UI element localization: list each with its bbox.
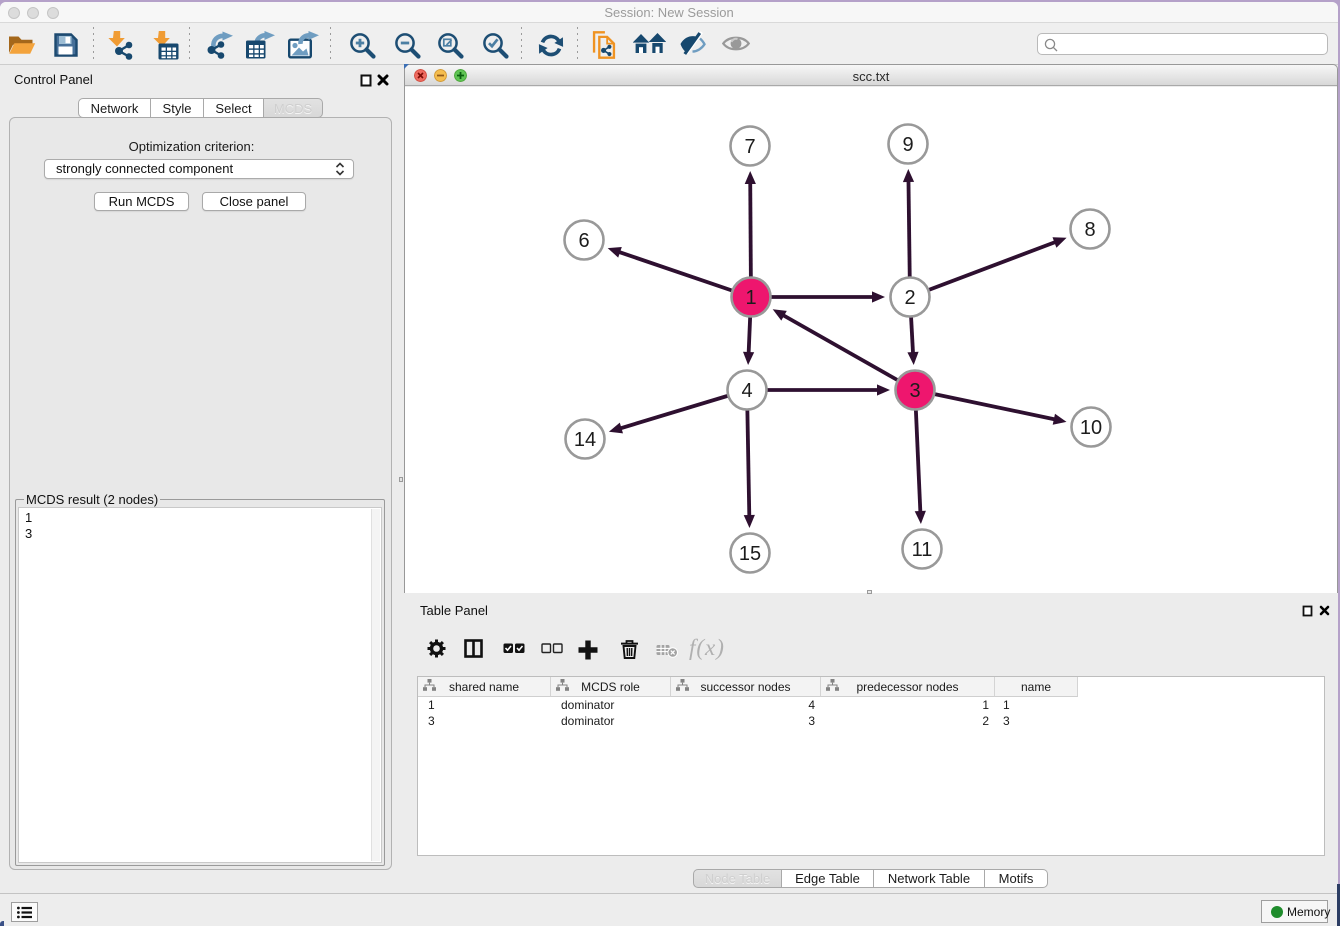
svg-text:3: 3 [909, 380, 920, 402]
svg-text:15: 15 [739, 543, 761, 565]
svg-text:8: 8 [1084, 219, 1095, 241]
svg-text:6: 6 [578, 230, 589, 252]
svg-text:14: 14 [574, 429, 596, 451]
svg-text:1: 1 [745, 287, 756, 309]
svg-text:7: 7 [744, 136, 755, 158]
svg-text:4: 4 [741, 380, 752, 402]
svg-text:2: 2 [904, 287, 915, 309]
svg-text:11: 11 [912, 539, 933, 561]
svg-text:10: 10 [1080, 417, 1102, 439]
svg-text:9: 9 [902, 134, 913, 156]
